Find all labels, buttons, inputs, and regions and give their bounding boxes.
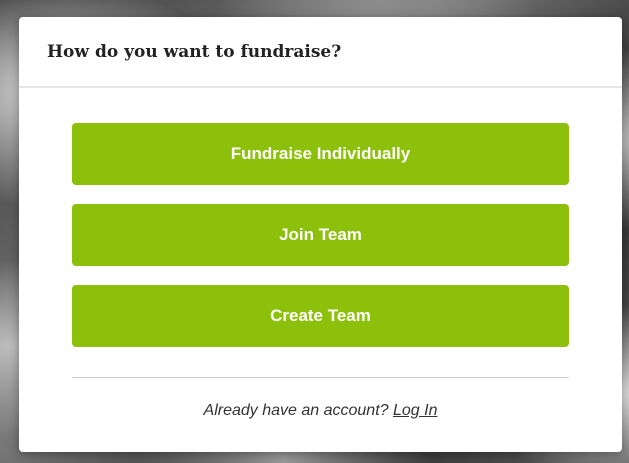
log-in-link[interactable]: Log In (393, 402, 437, 419)
join-team-button[interactable]: Join Team (72, 204, 569, 266)
modal-title: How do you want to fundraise? (47, 41, 342, 62)
fundraise-individually-button[interactable]: Fundraise Individually (72, 123, 569, 185)
fundraise-modal: How do you want to fundraise? Fundraise … (19, 17, 622, 452)
login-prompt-text: Already have an account? (203, 402, 389, 419)
modal-body: Fundraise Individually Join Team Create … (19, 88, 622, 420)
divider (72, 377, 569, 378)
login-prompt: Already have an account? Log In (204, 402, 438, 420)
modal-header: How do you want to fundraise? (19, 17, 622, 88)
create-team-button[interactable]: Create Team (72, 285, 569, 347)
